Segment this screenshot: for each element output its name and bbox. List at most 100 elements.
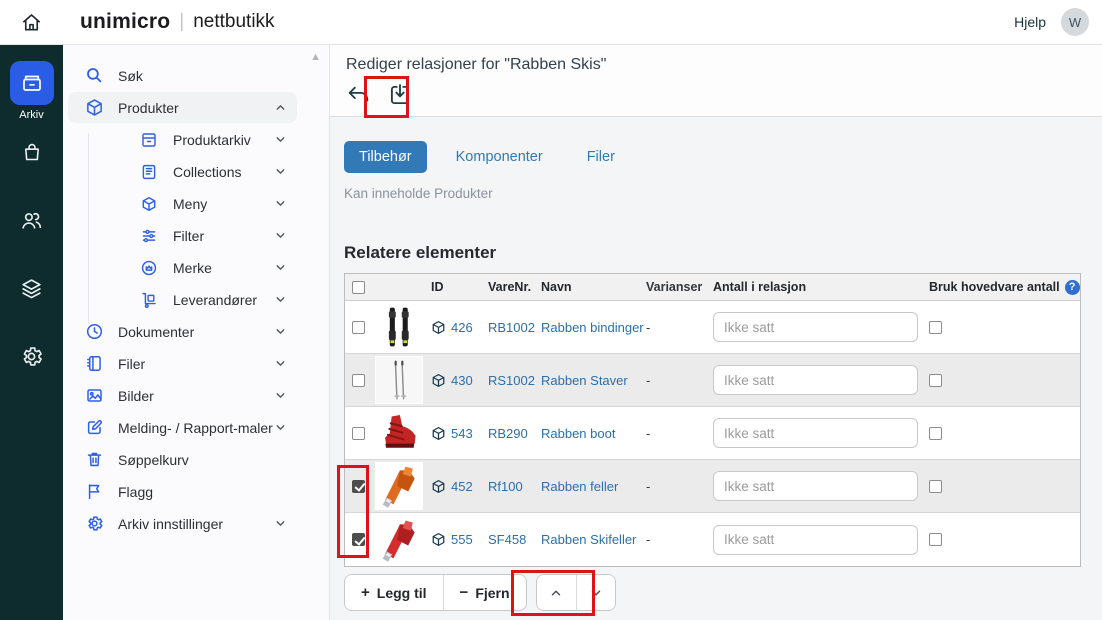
tab-filer[interactable]: Filer bbox=[572, 141, 630, 173]
sidebar-item-meny[interactable]: Meny bbox=[68, 188, 297, 219]
tab-komponenter[interactable]: Komponenter bbox=[441, 141, 558, 173]
product-id-link[interactable]: 543 bbox=[451, 426, 473, 441]
table-row: 555 SF458 Rabben Skifeller - bbox=[345, 513, 1080, 566]
home-icon bbox=[20, 11, 43, 34]
product-cube-icon bbox=[431, 479, 446, 494]
sidebar-item-label: Søk bbox=[118, 68, 143, 84]
help-question-icon[interactable]: ? bbox=[1065, 280, 1080, 295]
product-name-link[interactable]: Rabben Skifeller bbox=[541, 532, 636, 547]
documents-icon bbox=[85, 322, 105, 342]
tab-tilbehor[interactable]: Tilbehør bbox=[344, 141, 427, 173]
row-select-checkbox[interactable] bbox=[352, 480, 365, 493]
user-avatar[interactable]: W bbox=[1061, 8, 1089, 36]
product-id-link[interactable]: 430 bbox=[451, 373, 473, 388]
varianser-value: - bbox=[646, 320, 713, 335]
product-id-link[interactable]: 452 bbox=[451, 479, 473, 494]
rail-item-settings[interactable] bbox=[19, 344, 44, 368]
product-varenr-link[interactable]: RS1002 bbox=[488, 373, 535, 388]
varianser-value: - bbox=[646, 373, 713, 388]
product-varenr-link[interactable]: RB1002 bbox=[488, 320, 535, 335]
bruk-hovedvare-checkbox[interactable] bbox=[929, 321, 942, 334]
rail-item-arkiv[interactable] bbox=[10, 61, 54, 105]
rail-item-shop[interactable] bbox=[20, 140, 44, 164]
bruk-hovedvare-checkbox[interactable] bbox=[929, 533, 942, 546]
sidebar-item-soppelkurv[interactable]: Søppelkurv bbox=[68, 444, 297, 475]
bruk-hovedvare-checkbox[interactable] bbox=[929, 480, 942, 493]
product-name-link[interactable]: Rabben feller bbox=[541, 479, 618, 494]
sidebar-item-sok[interactable]: Søk bbox=[68, 60, 297, 91]
product-varenr-link[interactable]: SF458 bbox=[488, 532, 526, 547]
sidebar-item-leverandorer[interactable]: Leverandører bbox=[68, 284, 297, 315]
sidebar-item-merke[interactable]: Merke bbox=[68, 252, 297, 283]
row-select-checkbox[interactable] bbox=[352, 321, 365, 334]
sidebar-item-melding-rapport-maler[interactable]: Melding- / Rapport-maler bbox=[68, 412, 297, 443]
antall-input[interactable] bbox=[713, 418, 918, 448]
sidebar-item-label: Melding- / Rapport-maler bbox=[118, 420, 273, 436]
top-bar: unimicro | nettbutikk Hjelp W bbox=[0, 0, 1102, 45]
settings-gear-icon bbox=[85, 514, 105, 534]
row-select-checkbox[interactable] bbox=[352, 427, 365, 440]
row-select-checkbox[interactable] bbox=[352, 533, 365, 546]
move-up-button[interactable] bbox=[537, 575, 576, 610]
bruk-hovedvare-checkbox[interactable] bbox=[929, 374, 942, 387]
rail-item-customers[interactable] bbox=[19, 208, 44, 232]
sidebar-item-dokumenter[interactable]: Dokumenter bbox=[68, 316, 297, 347]
scroll-up-icon[interactable]: ▲ bbox=[310, 51, 321, 63]
chevron-down-icon bbox=[274, 229, 287, 242]
page-title: Rediger relasjoner for "Rabben Skis" bbox=[346, 56, 1086, 74]
sidebar-item-produktarkiv[interactable]: Produktarkiv bbox=[68, 124, 297, 155]
remove-button[interactable]: − Fjern bbox=[443, 575, 526, 610]
chevron-down-icon bbox=[274, 357, 287, 370]
save-button[interactable] bbox=[387, 82, 413, 108]
chevron-down-icon bbox=[274, 197, 287, 210]
row-select-checkbox[interactable] bbox=[352, 374, 365, 387]
sidebar-item-filer[interactable]: Filer bbox=[68, 348, 297, 379]
chevron-up-icon bbox=[549, 586, 563, 600]
antall-input[interactable] bbox=[713, 525, 918, 555]
product-varenr-link[interactable]: Rf100 bbox=[488, 479, 523, 494]
rail-item-arkiv-label: Arkiv bbox=[19, 109, 43, 121]
table-row: 452 Rf100 Rabben feller - bbox=[345, 460, 1080, 513]
select-all-checkbox[interactable] bbox=[352, 281, 365, 294]
help-link[interactable]: Hjelp bbox=[1014, 14, 1046, 30]
product-name-link[interactable]: Rabben bindinger bbox=[541, 320, 644, 335]
product-id-link[interactable]: 555 bbox=[451, 532, 473, 547]
search-icon bbox=[85, 66, 105, 86]
minus-icon: − bbox=[460, 584, 469, 601]
gear-icon bbox=[19, 344, 44, 369]
shopping-bag-icon bbox=[20, 140, 44, 164]
back-button[interactable] bbox=[346, 83, 371, 108]
sidebar-item-produkter[interactable]: Produkter bbox=[68, 92, 297, 123]
sidebar-item-flagg[interactable]: Flagg bbox=[68, 476, 297, 507]
sidebar-item-label: Flagg bbox=[118, 484, 153, 500]
product-name-link[interactable]: Rabben boot bbox=[541, 426, 615, 441]
sidebar-item-label: Dokumenter bbox=[118, 324, 194, 340]
suppliers-icon bbox=[140, 290, 160, 310]
sidebar-item-label: Bilder bbox=[118, 388, 154, 404]
bruk-hovedvare-checkbox[interactable] bbox=[929, 427, 942, 440]
sidebar-item-filter[interactable]: Filter bbox=[68, 220, 297, 251]
chevron-down-icon bbox=[274, 389, 287, 402]
rail-item-layers[interactable] bbox=[19, 276, 44, 300]
col-header-varenr: VareNr. bbox=[488, 280, 541, 294]
sidebar-item-arkiv-innstillinger[interactable]: Arkiv innstillinger bbox=[68, 508, 297, 539]
plus-icon: + bbox=[361, 584, 370, 601]
sidebar-item-bilder[interactable]: Bilder bbox=[68, 380, 297, 411]
files-icon bbox=[85, 354, 105, 374]
antall-input[interactable] bbox=[713, 365, 918, 395]
add-button[interactable]: + Legg til bbox=[345, 575, 443, 610]
product-varenr-link[interactable]: RB290 bbox=[488, 426, 528, 441]
product-id-link[interactable]: 426 bbox=[451, 320, 473, 335]
collections-icon bbox=[140, 162, 160, 182]
antall-input[interactable] bbox=[713, 471, 918, 501]
sidebar-item-collections[interactable]: Collections bbox=[68, 156, 297, 187]
product-name-link[interactable]: Rabben Staver bbox=[541, 373, 628, 388]
home-button[interactable] bbox=[0, 11, 63, 34]
move-down-button[interactable] bbox=[576, 575, 615, 610]
antall-input[interactable] bbox=[713, 312, 918, 342]
sidebar-item-label: Filter bbox=[173, 228, 204, 244]
table-row: 426 RB1002 Rabben bindinger - bbox=[345, 301, 1080, 354]
chevron-down-icon bbox=[589, 586, 603, 600]
cube-icon bbox=[85, 98, 105, 118]
product-image-ski-poles bbox=[375, 356, 423, 404]
